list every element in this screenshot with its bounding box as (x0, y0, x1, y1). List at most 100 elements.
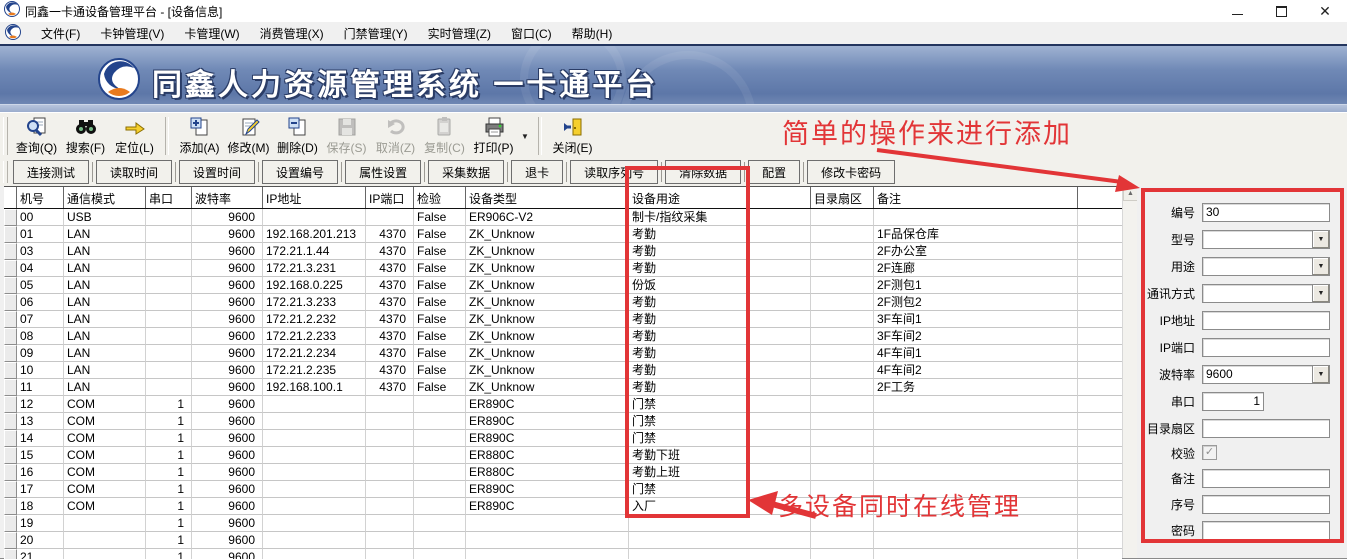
toolbar-button-删除[interactable]: 删除(D) (273, 115, 322, 157)
row-selector[interactable] (4, 430, 17, 447)
device-toolbar-button-设置时间[interactable]: 设置时间 (179, 160, 255, 184)
device-toolbar-button-配置[interactable]: 配置 (748, 160, 800, 184)
column-header-目录扇区[interactable]: 目录扇区 (811, 187, 874, 208)
row-selector[interactable] (4, 396, 17, 413)
device-toolbar-button-读取序列号[interactable]: 读取序列号 (570, 160, 658, 184)
table-row-09[interactable]: 09LAN9600172.21.2.2344370FalseZK_Unknow考… (4, 345, 1122, 362)
input-serial-number[interactable] (1202, 495, 1330, 514)
table-row-11[interactable]: 11LAN9600192.168.100.14370FalseZK_Unknow… (4, 379, 1122, 396)
device-toolbar-button-修改卡密码[interactable]: 修改卡密码 (807, 160, 895, 184)
row-selector[interactable] (4, 447, 17, 464)
table-row-13[interactable]: 13COM19600ER890C门禁 (4, 413, 1122, 430)
column-header-串口[interactable]: 串口 (146, 187, 192, 208)
input-directory-sector[interactable] (1202, 419, 1330, 438)
print-dropdown-caret-icon[interactable]: ▼ (518, 115, 532, 157)
column-header-设备用途[interactable]: 设备用途 (629, 187, 811, 208)
toolbar-button-关闭[interactable]: 关闭(E) (548, 115, 597, 157)
row-selector[interactable] (4, 532, 17, 549)
menu-item-0[interactable]: 文件(F) (31, 22, 90, 45)
row-selector[interactable] (4, 464, 17, 481)
chevron-down-icon[interactable]: ▼ (1312, 258, 1329, 275)
table-row-10[interactable]: 10LAN9600172.21.2.2354370FalseZK_Unknow考… (4, 362, 1122, 379)
minimize-button[interactable] (1215, 0, 1259, 22)
row-selector[interactable] (4, 498, 17, 515)
column-header-IP地址[interactable]: IP地址 (263, 187, 366, 208)
table-row-06[interactable]: 06LAN9600172.21.3.2334370FalseZK_Unknow考… (4, 294, 1122, 311)
cell-IP端口: 4370 (366, 260, 414, 277)
input-password[interactable] (1202, 521, 1330, 540)
menu-item-6[interactable]: 窗口(C) (501, 22, 562, 45)
chevron-down-icon[interactable]: ▼ (1312, 285, 1329, 302)
row-selector[interactable] (4, 328, 17, 345)
device-toolbar-button-采集数据[interactable]: 采集数据 (428, 160, 504, 184)
row-selector[interactable] (4, 413, 17, 430)
combo-comm-mode[interactable]: ▼ (1202, 284, 1330, 303)
row-selector[interactable] (4, 260, 17, 277)
row-selector[interactable] (4, 311, 17, 328)
row-selector[interactable] (4, 515, 17, 532)
row-selector[interactable] (4, 226, 17, 243)
table-row-01[interactable]: 01LAN9600192.168.201.2134370FalseZK_Unkn… (4, 226, 1122, 243)
table-row-16[interactable]: 16COM19600ER880C考勤上班 (4, 464, 1122, 481)
table-row-00[interactable]: 00USB9600FalseER906C-V2制卡/指纹采集 (4, 209, 1122, 226)
maximize-button[interactable] (1259, 0, 1303, 22)
column-header-检验[interactable]: 检验 (414, 187, 466, 208)
row-selector[interactable] (4, 243, 17, 260)
column-header-设备类型[interactable]: 设备类型 (466, 187, 629, 208)
menu-item-5[interactable]: 实时管理(Z) (418, 22, 501, 45)
combo-usage[interactable]: ▼ (1202, 257, 1330, 276)
table-row-20[interactable]: 2019600 (4, 532, 1122, 549)
row-selector[interactable] (4, 362, 17, 379)
column-header-通信模式[interactable]: 通信模式 (64, 187, 146, 208)
checkbox-verify[interactable]: ✓ (1202, 445, 1217, 460)
toolbar-button-打印[interactable]: 打印(P) (469, 115, 518, 157)
row-selector[interactable] (4, 345, 17, 362)
column-header-波特率[interactable]: 波特率 (192, 187, 263, 208)
row-selector[interactable] (4, 379, 17, 396)
table-row-15[interactable]: 15COM19600ER880C考勤下班 (4, 447, 1122, 464)
toolbar-button-搜索[interactable]: 搜索(F) (61, 115, 110, 157)
scroll-up-button[interactable]: ▲ (1123, 186, 1138, 201)
table-row-04[interactable]: 04LAN9600172.21.3.2314370FalseZK_Unknow考… (4, 260, 1122, 277)
table-row-14[interactable]: 14COM19600ER890C门禁 (4, 430, 1122, 447)
menu-item-1[interactable]: 卡钟管理(V) (90, 22, 174, 45)
table-row-05[interactable]: 05LAN9600192.168.0.2254370FalseZK_Unknow… (4, 277, 1122, 294)
vertical-scrollbar[interactable]: ▲ (1122, 186, 1138, 558)
menu-item-2[interactable]: 卡管理(W) (174, 22, 249, 45)
close-button[interactable]: ✕ (1303, 0, 1347, 22)
menu-item-7[interactable]: 帮助(H) (562, 22, 623, 45)
device-toolbar-button-退卡[interactable]: 退卡 (511, 160, 563, 184)
device-toolbar-button-连接测试[interactable]: 连接测试 (13, 160, 89, 184)
input-ip-port[interactable] (1202, 338, 1330, 357)
toolbar-button-修改[interactable]: 修改(M) (224, 115, 273, 157)
toolbar-button-查询[interactable]: 查询(Q) (12, 115, 61, 157)
table-row-03[interactable]: 03LAN9600172.21.1.444370FalseZK_Unknow考勤… (4, 243, 1122, 260)
column-header-备注[interactable]: 备注 (874, 187, 1078, 208)
toolbar-button-定位[interactable]: 定位(L) (110, 115, 159, 157)
input-remark[interactable] (1202, 469, 1330, 488)
device-toolbar-button-读取时间[interactable]: 读取时间 (96, 160, 172, 184)
table-row-12[interactable]: 12COM19600ER890C门禁 (4, 396, 1122, 413)
chevron-down-icon[interactable]: ▼ (1312, 231, 1329, 248)
input-number[interactable]: 30 (1202, 203, 1330, 222)
row-selector[interactable] (4, 277, 17, 294)
toolbar-button-添加[interactable]: 添加(A) (175, 115, 224, 157)
device-toolbar-button-属性设置[interactable]: 属性设置 (345, 160, 421, 184)
row-selector[interactable] (4, 481, 17, 498)
cell-filler (1078, 243, 1122, 260)
column-header-机号[interactable]: 机号 (17, 187, 64, 208)
combo-baud-rate[interactable]: 9600▼ (1202, 365, 1330, 384)
input-serial-port[interactable]: 1 (1202, 392, 1264, 411)
input-ip-address[interactable] (1202, 311, 1330, 330)
chevron-down-icon[interactable]: ▼ (1312, 366, 1329, 383)
row-selector[interactable] (4, 209, 17, 226)
device-toolbar-button-清除数据[interactable]: 清除数据 (665, 160, 741, 184)
device-toolbar-button-设置编号[interactable]: 设置编号 (262, 160, 338, 184)
menu-item-3[interactable]: 消费管理(X) (250, 22, 334, 45)
menu-item-4[interactable]: 门禁管理(Y) (334, 22, 418, 45)
table-row-07[interactable]: 07LAN9600172.21.2.2324370FalseZK_Unknow考… (4, 311, 1122, 328)
combo-model[interactable]: ▼ (1202, 230, 1330, 249)
column-header-IP端口[interactable]: IP端口 (366, 187, 414, 208)
row-selector[interactable] (4, 294, 17, 311)
table-row-08[interactable]: 08LAN9600172.21.2.2334370FalseZK_Unknow考… (4, 328, 1122, 345)
